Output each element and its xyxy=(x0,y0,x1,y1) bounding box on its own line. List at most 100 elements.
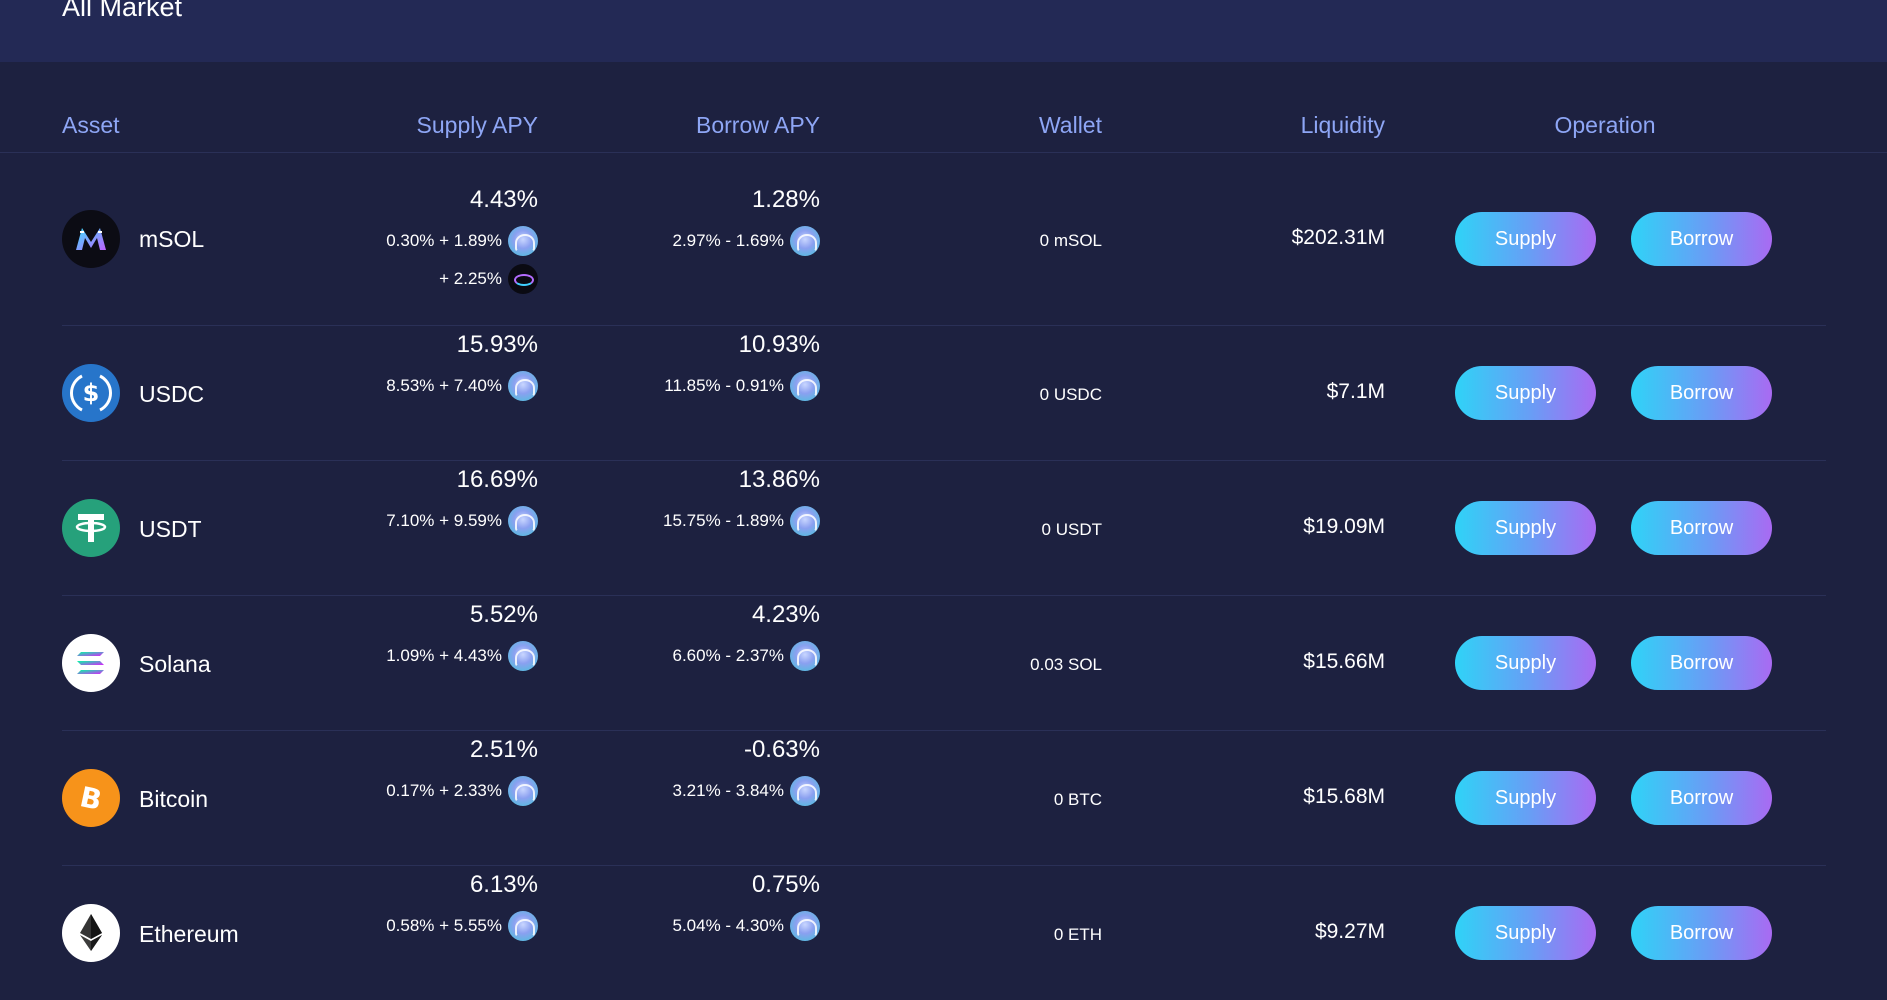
liquidity-value: $15.68M xyxy=(1303,785,1385,808)
supply-apy: 6.13% xyxy=(469,871,538,898)
reward-token-icon xyxy=(508,371,538,401)
supply-apy-detail: 7.10% + 9.59% xyxy=(312,506,538,536)
wallet-balance: 0 ETH xyxy=(1053,925,1102,944)
supply-apy-extra: + 2.25% xyxy=(312,264,538,294)
borrow-apy-detail: 6.60% - 2.37% xyxy=(592,641,820,671)
supply-button[interactable]: Supply xyxy=(1455,366,1596,420)
reward-token-icon xyxy=(508,911,538,941)
msol-icon xyxy=(62,210,120,268)
table-row: B Bitcoin 2.51% 0.17% + 2.33% -0.63% 3.2… xyxy=(62,730,1826,866)
borrow-apy-breakdown: 3.21% - 3.84% xyxy=(672,781,784,800)
asset-name: USDC xyxy=(139,381,205,407)
borrow-apy-breakdown: 2.97% - 1.69% xyxy=(672,231,784,250)
column-header-wallet[interactable]: Wallet xyxy=(900,112,1102,139)
supply-apy-detail: 1.09% + 4.43% xyxy=(312,641,538,671)
borrow-apy: 10.93% xyxy=(738,331,820,358)
borrow-apy-detail: 2.97% - 1.69% xyxy=(592,226,820,256)
borrow-apy: 1.28% xyxy=(751,186,820,213)
borrow-apy: 4.23% xyxy=(751,601,820,628)
borrow-apy-breakdown: 6.60% - 2.37% xyxy=(672,646,784,665)
borrow-button[interactable]: Borrow xyxy=(1631,501,1772,555)
supply-apy-detail: 0.30% + 1.89% xyxy=(312,226,538,256)
borrow-apy: 13.86% xyxy=(738,466,820,493)
svg-text:$: $ xyxy=(83,379,100,407)
supply-apy-detail: 8.53% + 7.40% xyxy=(312,371,538,401)
supply-apy-detail: 0.17% + 2.33% xyxy=(312,776,538,806)
asset-name: Bitcoin xyxy=(139,786,209,812)
supply-button[interactable]: Supply xyxy=(1455,636,1596,690)
reward-token-icon xyxy=(508,776,538,806)
borrow-button[interactable]: Borrow xyxy=(1631,366,1772,420)
asset-name: USDT xyxy=(139,516,202,542)
supply-apy-detail: 0.58% + 5.55% xyxy=(312,911,538,941)
usdt-icon xyxy=(62,499,120,557)
column-header-borrow-apy[interactable]: Borrow APY xyxy=(580,112,820,139)
wallet-balance: 0 USDC xyxy=(1039,385,1102,404)
reward-token-icon xyxy=(790,506,820,536)
supply-apy: 16.69% xyxy=(456,466,538,493)
wallet-balance: 0 mSOL xyxy=(1039,231,1102,250)
liquidity-value: $202.31M xyxy=(1291,226,1385,249)
column-header-liquidity[interactable]: Liquidity xyxy=(1150,112,1385,139)
reward-token-icon xyxy=(790,371,820,401)
asset-name: Solana xyxy=(139,651,211,677)
column-header-asset[interactable]: Asset xyxy=(62,112,120,139)
wallet-balance: 0 USDT xyxy=(1041,520,1102,539)
supply-apy-breakdown: 8.53% + 7.40% xyxy=(386,376,502,395)
wallet-balance: 0.03 SOL xyxy=(1030,655,1102,674)
column-header-supply-apy[interactable]: Supply APY xyxy=(300,112,538,139)
bitcoin-icon: B xyxy=(62,769,120,827)
borrow-apy-detail: 3.21% - 3.84% xyxy=(592,776,820,806)
reward-token-icon xyxy=(790,776,820,806)
asset-name: mSOL xyxy=(139,226,205,252)
liquidity-value: $9.27M xyxy=(1314,920,1385,943)
reward-token-icon xyxy=(790,641,820,671)
supply-button[interactable]: Supply xyxy=(1455,212,1596,266)
reward-token-icon xyxy=(508,506,538,536)
borrow-button[interactable]: Borrow xyxy=(1631,636,1772,690)
table-row: Solana 5.52% 1.09% + 4.43% 4.23% 6.60% -… xyxy=(62,595,1826,731)
solana-icon xyxy=(62,634,120,692)
borrow-apy: -0.63% xyxy=(743,736,820,763)
supply-apy: 4.43% xyxy=(469,186,538,213)
table-row: $ USDC 15.93% 8.53% + 7.40% 10.93% 11.85… xyxy=(62,325,1826,461)
table-row: Ethereum 6.13% 0.58% + 5.55% 0.75% 5.04%… xyxy=(62,865,1826,1000)
usdc-icon: $ xyxy=(62,364,120,422)
supply-apy: 2.51% xyxy=(469,736,538,763)
ethereum-icon xyxy=(62,904,120,962)
borrow-button[interactable]: Borrow xyxy=(1631,906,1772,960)
top-bar: All Market xyxy=(0,0,1887,62)
supply-apy-breakdown: 1.09% + 4.43% xyxy=(386,646,502,665)
supply-apy-breakdown: 0.58% + 5.55% xyxy=(386,916,502,935)
table-row: mSOL 4.43% 0.30% + 1.89% + 2.25% 1.28% 2… xyxy=(62,153,1826,326)
liquidity-value: $7.1M xyxy=(1326,380,1385,403)
liquidity-value: $19.09M xyxy=(1303,515,1385,538)
borrow-apy-breakdown: 11.85% - 0.91% xyxy=(664,376,784,395)
borrow-apy-detail: 11.85% - 0.91% xyxy=(592,371,820,401)
marinade-reward-icon xyxy=(508,264,538,294)
borrow-apy: 0.75% xyxy=(751,871,820,898)
reward-token-icon xyxy=(508,641,538,671)
borrow-button[interactable]: Borrow xyxy=(1631,771,1772,825)
supply-apy-extra-value: + 2.25% xyxy=(439,269,502,288)
supply-apy: 5.52% xyxy=(469,601,538,628)
supply-apy-breakdown: 0.30% + 1.89% xyxy=(386,231,502,250)
supply-button[interactable]: Supply xyxy=(1455,906,1596,960)
supply-button[interactable]: Supply xyxy=(1455,771,1596,825)
liquidity-value: $15.66M xyxy=(1303,650,1385,673)
borrow-apy-breakdown: 15.75% - 1.89% xyxy=(663,511,784,530)
borrow-apy-detail: 15.75% - 1.89% xyxy=(592,506,820,536)
column-header-operation: Operation xyxy=(1554,112,1656,138)
asset-name: Ethereum xyxy=(139,921,239,947)
supply-button[interactable]: Supply xyxy=(1455,501,1596,555)
supply-apy-breakdown: 7.10% + 9.59% xyxy=(386,511,502,530)
supply-apy: 15.93% xyxy=(456,331,538,358)
table-row: USDT 16.69% 7.10% + 9.59% 13.86% 15.75% … xyxy=(62,460,1826,596)
table-header: Asset Supply APY Borrow APY Wallet Liqui… xyxy=(0,104,1887,153)
borrow-button[interactable]: Borrow xyxy=(1631,212,1772,266)
borrow-apy-breakdown: 5.04% - 4.30% xyxy=(672,916,784,935)
reward-token-icon xyxy=(790,226,820,256)
wallet-balance: 0 BTC xyxy=(1053,790,1102,809)
supply-apy-breakdown: 0.17% + 2.33% xyxy=(386,781,502,800)
reward-token-icon xyxy=(790,911,820,941)
